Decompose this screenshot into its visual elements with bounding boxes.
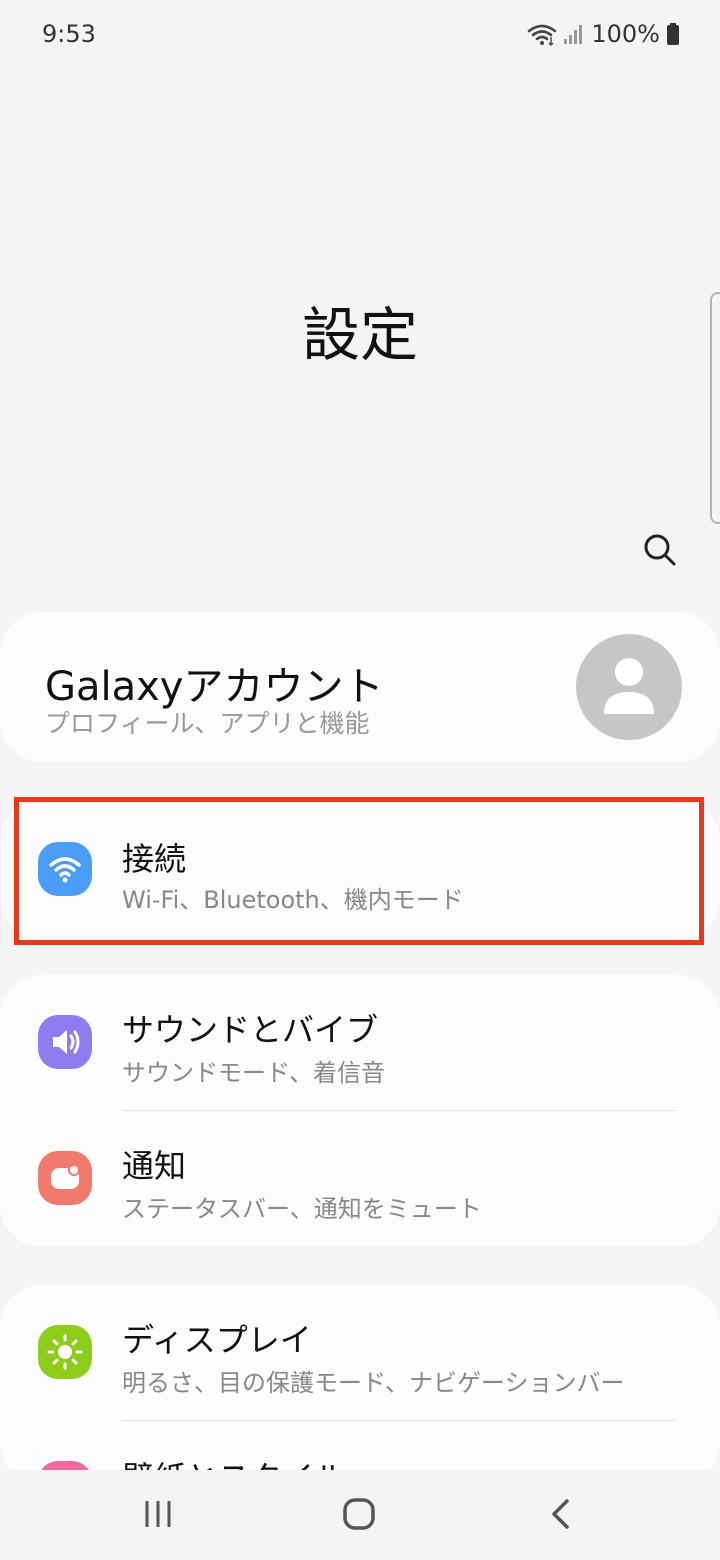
page-title: 設定 [301,301,418,369]
connections-subtitle: Wi-Fi、Bluetooth、機内モード [122,886,464,914]
wifi-status-icon [528,24,557,46]
display-subtitle: 明るさ、目の保護モード、ナビゲーションバー [122,1369,625,1397]
back-button[interactable] [531,1484,591,1544]
galaxy-account-card[interactable]: Galaxyアカウント プロフィール、アプリと機能 [0,612,720,762]
notifications-subtitle: ステータスバー、通知をミュート [122,1195,482,1223]
status-time: 9:53 [42,20,96,48]
sound-subtitle: サウンドモード、着信音 [122,1059,386,1087]
account-subtitle: プロフィール、アプリと機能 [45,709,370,738]
notifications-item[interactable]: 通知 ステータスバー、通知をミュート [0,1111,720,1247]
avatar[interactable] [576,634,682,740]
notifications-title: 通知 [122,1147,187,1185]
search-button[interactable] [636,526,684,574]
search-icon [644,534,676,566]
sound-notifications-card: サウンドとバイブ サウンドモード、着信音 通知 ステータスバー、通知をミュート [0,975,720,1247]
sound-title: サウンドとバイブ [122,1011,379,1049]
display-item[interactable]: ディスプレイ 明るさ、目の保護モード、ナビゲーションバー [0,1285,720,1421]
recents-button[interactable] [128,1484,188,1544]
connections-title: 接続 [122,840,187,878]
home-icon [343,1498,375,1530]
wifi-icon [38,842,92,896]
display-wallpaper-card: ディスプレイ 明るさ、目の保護モード、ナビゲーションバー 壁紙とスタイル [0,1285,720,1485]
notification-icon [38,1151,92,1205]
connections-card[interactable]: 接続 Wi-Fi、Bluetooth、機内モード [0,800,720,940]
signal-icon [564,25,583,44]
home-button[interactable] [329,1484,389,1544]
person-icon [604,658,654,714]
recents-icon [145,1501,171,1527]
sun-icon [38,1325,92,1379]
speaker-icon [38,1015,92,1069]
navigation-bar [0,1470,720,1560]
display-title: ディスプレイ [122,1321,312,1359]
back-icon [552,1499,569,1529]
scroll-handle[interactable] [710,292,720,524]
status-bar: 9:53 100% [0,0,720,70]
battery-percentage: 100% [591,20,660,48]
sound-vibration-item[interactable]: サウンドとバイブ サウンドモード、着信音 [0,975,720,1111]
notifications-icon-wrap [38,1151,92,1205]
display-icon-wrap [38,1325,92,1379]
status-icons: 100% [527,20,680,48]
battery-icon [667,23,679,45]
connections-icon-wrap [38,842,92,896]
sound-icon-wrap [38,1015,92,1069]
